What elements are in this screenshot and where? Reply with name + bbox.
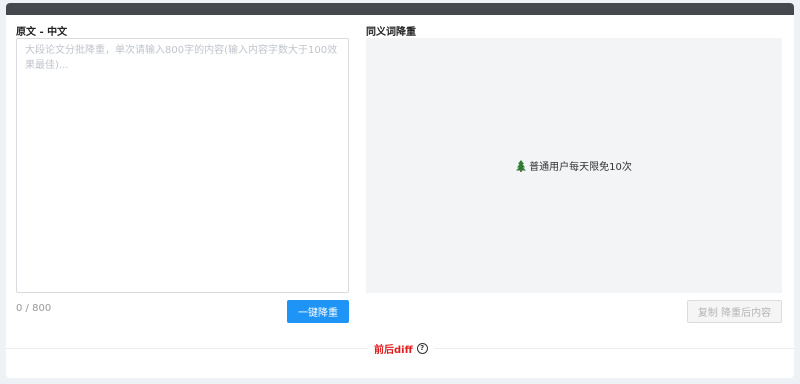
output-panel: 普通用户每天限免10次 bbox=[366, 38, 782, 293]
char-counter: 0 / 800 bbox=[16, 303, 52, 314]
copy-result-button[interactable]: 复制 降重后内容 bbox=[687, 300, 782, 323]
question-circle-icon[interactable]: ? bbox=[416, 343, 428, 354]
output-label: 同义词降重 bbox=[366, 27, 416, 38]
rewrite-button[interactable]: 一键降重 bbox=[287, 300, 349, 323]
source-label: 原文 - 中文 bbox=[16, 27, 68, 38]
diff-toggle[interactable]: 前后diff ? bbox=[368, 341, 434, 356]
free-limit-notice: 普通用户每天限免10次 bbox=[516, 158, 632, 173]
source-text-input[interactable] bbox=[16, 38, 349, 293]
tree-icon bbox=[516, 159, 527, 172]
notice-text: 普通用户每天限免10次 bbox=[529, 162, 632, 173]
main-card: 原文 - 中文 同义词降重 普通用户每天限免10次 0 / 800 一键降重 复… bbox=[6, 3, 794, 378]
diff-label: 前后diff bbox=[374, 345, 413, 356]
top-bar bbox=[6, 3, 794, 15]
